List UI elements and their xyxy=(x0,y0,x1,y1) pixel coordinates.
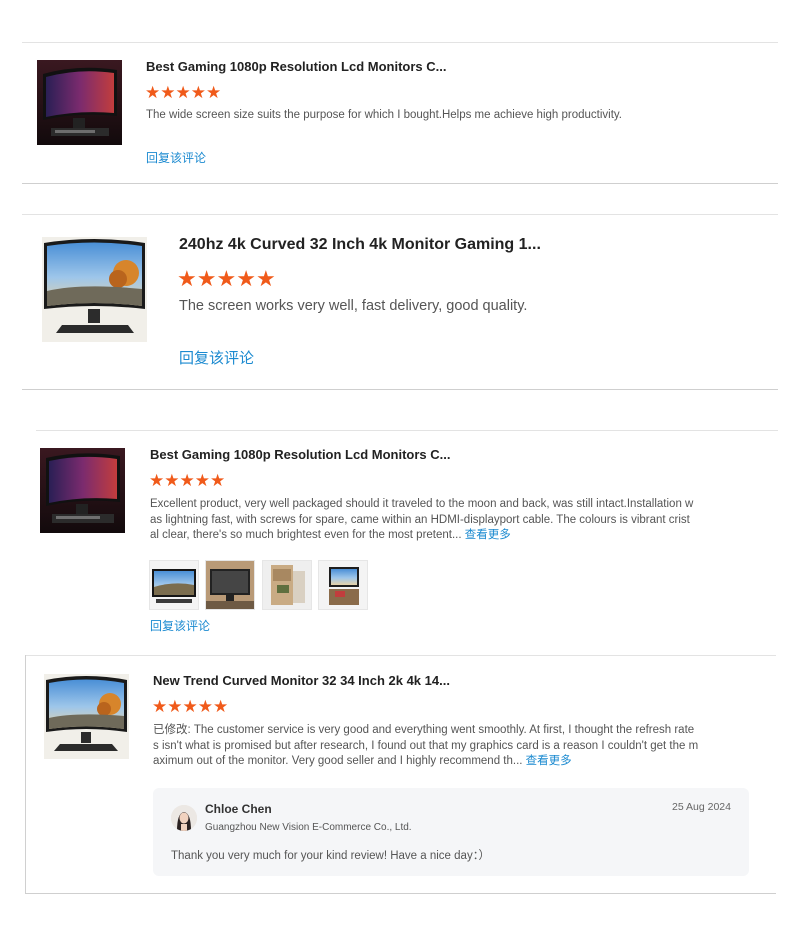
star-icon: ★ xyxy=(175,83,191,102)
product-title[interactable]: Best Gaming 1080p Resolution Lcd Monitor… xyxy=(146,59,447,74)
divider xyxy=(22,389,778,390)
reply-link[interactable]: 回复该评论 xyxy=(146,149,206,166)
divider xyxy=(25,893,776,894)
review-text-line: aximum out of the monitor. Very good sel… xyxy=(153,755,572,767)
reply-link[interactable]: 回复该评论 xyxy=(150,617,210,634)
review-photo[interactable] xyxy=(262,560,312,610)
seller-reply-text: Thank you very much for your kind review… xyxy=(171,850,490,862)
star-icon: ★ xyxy=(236,266,256,291)
star-icon: ★ xyxy=(167,697,183,716)
rating-stars: ★ ★ ★ ★ ★ xyxy=(149,471,225,491)
review-text-line: as lightning fast, with screws for spare… xyxy=(150,513,690,526)
avatar xyxy=(171,805,197,831)
review-text-line: s isn't what is promised but after resea… xyxy=(153,739,699,752)
star-icon: ★ xyxy=(145,83,161,102)
review-text-line: al clear, there's so much brightest even… xyxy=(150,529,511,541)
product-title[interactable]: 240hz 4k Curved 32 Inch 4k Monitor Gamin… xyxy=(179,236,541,254)
review-photo[interactable] xyxy=(318,560,368,610)
reply-date: 25 Aug 2024 xyxy=(672,801,731,813)
seller-reply: Chloe Chen Guangzhou New Vision E-Commer… xyxy=(153,788,749,876)
star-icon: ★ xyxy=(206,83,222,102)
review-text: 已修改: The customer service is very good a… xyxy=(153,723,698,770)
review-card: 240hz 4k Curved 32 Inch 4k Monitor Gamin… xyxy=(22,215,778,389)
star-icon: ★ xyxy=(152,697,168,716)
seller-company: Guangzhou New Vision E-Commerce Co., Ltd… xyxy=(205,822,412,833)
star-icon: ★ xyxy=(213,697,229,716)
product-thumbnail[interactable] xyxy=(44,674,129,759)
review-card: Best Gaming 1080p Resolution Lcd Monitor… xyxy=(22,43,778,183)
product-title[interactable]: New Trend Curved Monitor 32 34 Inch 2k 4… xyxy=(153,673,450,688)
review-photo[interactable] xyxy=(205,560,255,610)
product-thumbnail[interactable] xyxy=(42,237,147,342)
review-card: New Trend Curved Monitor 32 34 Inch 2k 4… xyxy=(26,656,776,892)
star-icon: ★ xyxy=(190,83,206,102)
see-more-link[interactable]: 查看更多 xyxy=(465,529,511,541)
star-icon: ★ xyxy=(164,471,180,490)
star-icon: ★ xyxy=(255,266,276,291)
rating-stars: ★ ★ ★ ★ ★ xyxy=(145,83,221,103)
review-text: The screen works very well, fast deliver… xyxy=(179,298,528,314)
star-icon: ★ xyxy=(149,471,165,490)
star-icon: ★ xyxy=(194,471,210,490)
review-text-line: Excellent product, very well packaged sh… xyxy=(150,498,694,510)
see-more-link[interactable]: 查看更多 xyxy=(526,755,572,767)
review-card: Best Gaming 1080p Resolution Lcd Monitor… xyxy=(22,431,778,649)
review-photo[interactable] xyxy=(149,560,199,610)
star-icon: ★ xyxy=(196,266,217,291)
rating-stars: ★ ★ ★ ★ ★ xyxy=(152,697,228,717)
rating-stars: ★ ★ ★ ★ ★ xyxy=(177,266,276,292)
star-icon: ★ xyxy=(179,471,195,490)
star-icon: ★ xyxy=(216,266,237,291)
star-icon: ★ xyxy=(197,697,213,716)
star-icon: ★ xyxy=(182,697,198,716)
product-thumbnail[interactable] xyxy=(40,448,125,533)
star-icon: ★ xyxy=(160,83,176,102)
reply-link[interactable]: 回复该评论 xyxy=(179,347,254,368)
star-icon: ★ xyxy=(210,471,226,490)
divider xyxy=(22,183,778,184)
seller-name: Chloe Chen xyxy=(205,802,272,816)
product-thumbnail[interactable] xyxy=(37,60,122,145)
review-text: Excellent product, very well packaged sh… xyxy=(150,497,693,544)
review-text: The wide screen size suits the purpose f… xyxy=(146,109,623,121)
product-title[interactable]: Best Gaming 1080p Resolution Lcd Monitor… xyxy=(150,447,451,462)
star-icon: ★ xyxy=(177,266,197,291)
review-text-line: 已修改: The customer service is very good a… xyxy=(153,724,695,736)
